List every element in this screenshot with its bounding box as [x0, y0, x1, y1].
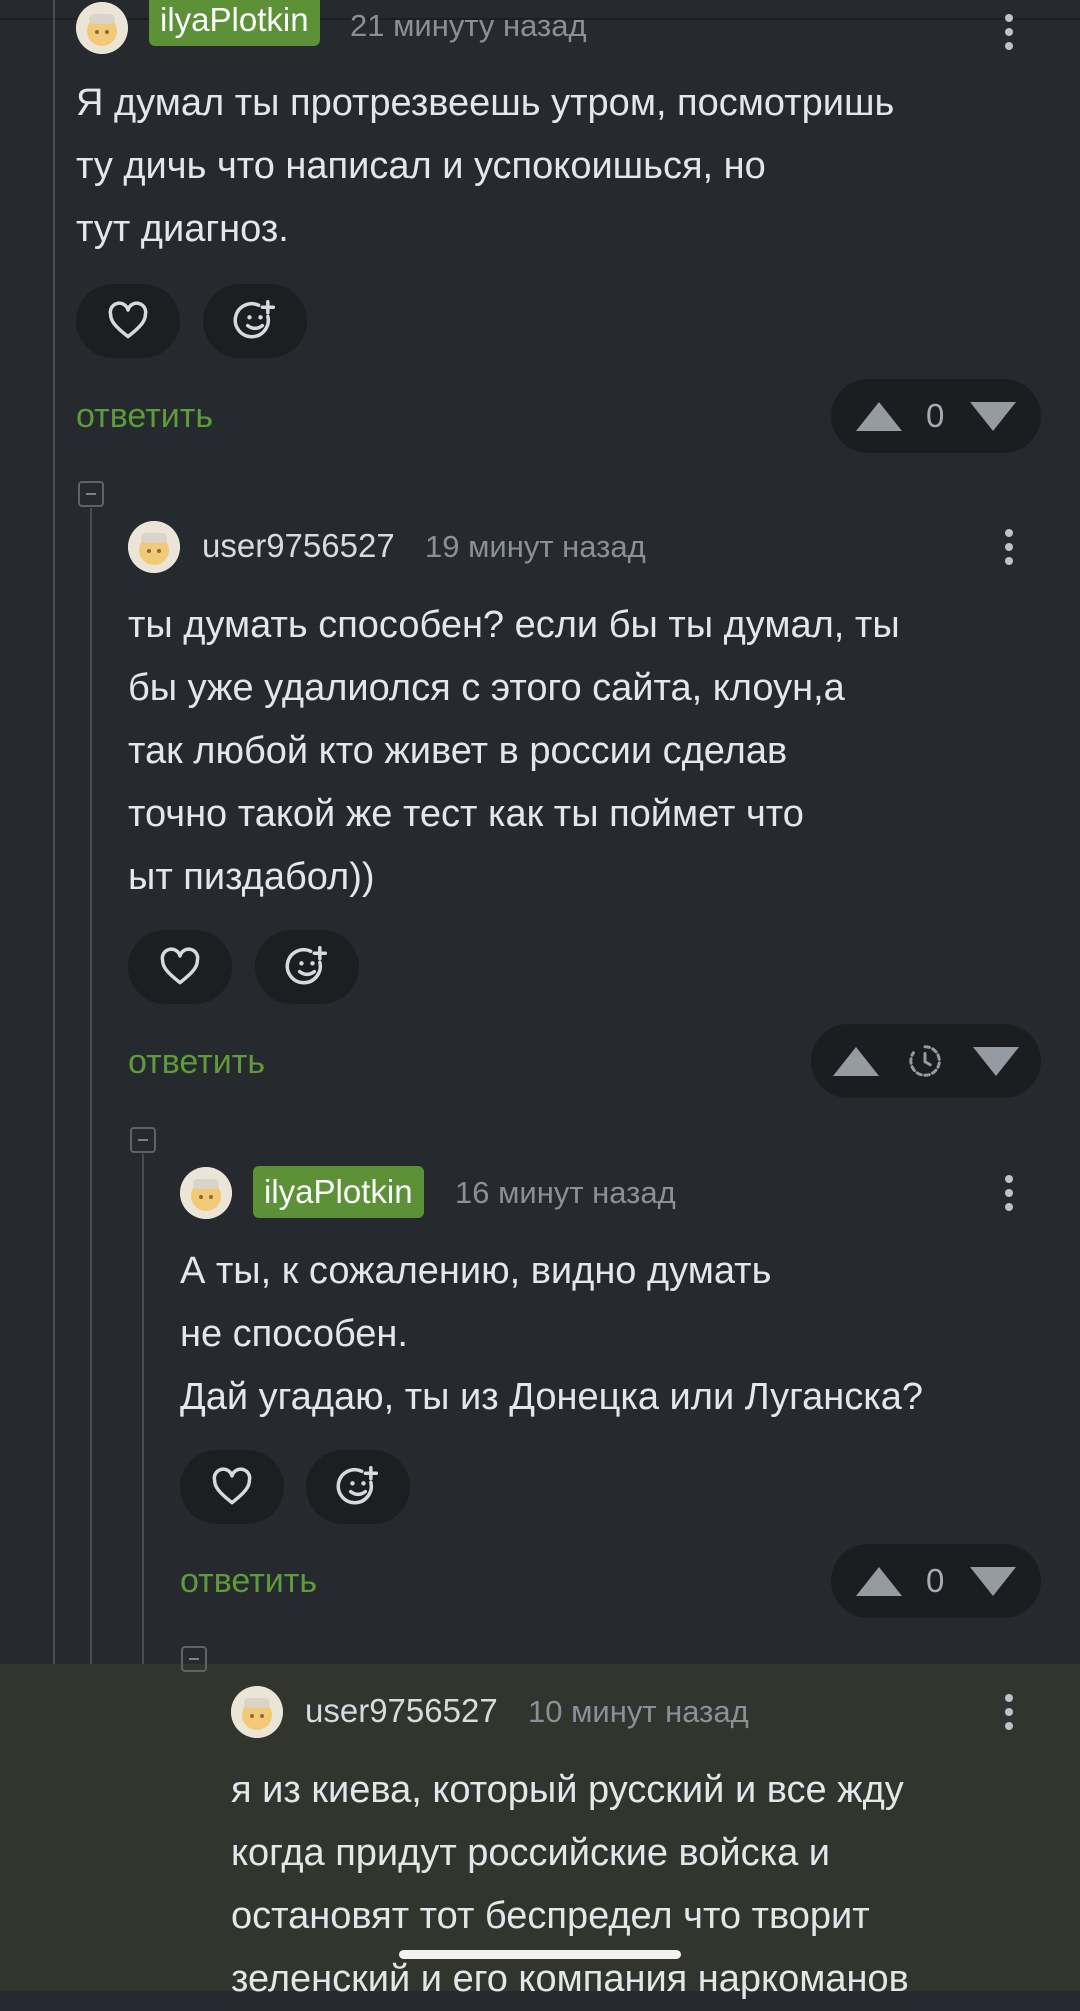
avatar-image — [231, 1686, 283, 1738]
clock-icon — [909, 1045, 941, 1077]
add-reaction-button[interactable] — [306, 1450, 410, 1524]
heart-icon — [212, 1467, 252, 1505]
vote-control: 0 — [831, 1544, 1041, 1618]
add-emoji-icon — [285, 946, 328, 985]
avatar-image — [180, 1167, 232, 1219]
avatar[interactable] — [180, 1167, 232, 1219]
add-emoji-icon — [336, 1466, 379, 1505]
reply-link[interactable]: ответить — [76, 394, 213, 438]
comment-time: 19 минут назад — [425, 529, 646, 564]
comment-text: ты думать способен? если бы ты думал, ты… — [128, 604, 900, 898]
collapse-minus-icon[interactable] — [130, 1127, 156, 1153]
add-emoji-icon — [233, 300, 276, 339]
reply-link[interactable]: ответить — [128, 1040, 265, 1084]
home-indicator[interactable] — [399, 1950, 681, 1959]
author-name[interactable]: user9756527 — [202, 526, 395, 566]
avatar[interactable] — [128, 521, 180, 573]
reply-link[interactable]: ответить — [180, 1559, 317, 1603]
more-vertical-icon[interactable] — [994, 1686, 1024, 1738]
arrow-down-icon[interactable] — [970, 1567, 1016, 1596]
collapse-minus-icon[interactable] — [78, 481, 104, 507]
more-vertical-icon[interactable] — [994, 521, 1024, 573]
comment-text: Я думал ты протрезвеешь утром, посмотриш… — [76, 82, 895, 250]
arrow-up-icon[interactable] — [856, 1567, 902, 1596]
collapse-minus-icon[interactable] — [181, 1646, 207, 1672]
more-vertical-icon[interactable] — [994, 1167, 1024, 1219]
vote-control: 0 — [831, 379, 1041, 453]
author-op-badge[interactable]: ilyaPlotkin — [149, 0, 320, 46]
author-name[interactable]: user9756527 — [305, 1691, 498, 1731]
heart-icon — [108, 301, 148, 339]
comment-time: 21 минуту назад — [350, 8, 587, 43]
arrow-down-icon[interactable] — [970, 402, 1016, 431]
add-reaction-button[interactable] — [255, 930, 359, 1004]
avatar[interactable] — [231, 1686, 283, 1738]
like-button[interactable] — [180, 1450, 284, 1524]
like-button[interactable] — [76, 284, 180, 358]
comment-text: А ты, к сожалению, видно думать не спосо… — [180, 1250, 923, 1418]
heart-icon — [160, 947, 200, 985]
vote-control — [811, 1024, 1041, 1098]
comment-text: я из киева, который русский и все жду ко… — [231, 1769, 909, 2000]
author-op-badge[interactable]: ilyaPlotkin — [253, 1166, 424, 1218]
arrow-up-icon[interactable] — [856, 402, 902, 431]
comment-score: 0 — [926, 397, 945, 434]
avatar-image — [128, 521, 180, 573]
comment-score: 0 — [926, 1562, 945, 1599]
avatar[interactable] — [76, 2, 128, 54]
comment-time: 16 минут назад — [455, 1175, 676, 1210]
comment-time: 10 минут назад — [528, 1694, 749, 1729]
arrow-up-icon[interactable] — [833, 1047, 879, 1076]
more-vertical-icon[interactable] — [994, 6, 1024, 58]
arrow-down-icon[interactable] — [973, 1047, 1019, 1076]
avatar-image — [76, 2, 128, 54]
like-button[interactable] — [128, 930, 232, 1004]
add-reaction-button[interactable] — [203, 284, 307, 358]
